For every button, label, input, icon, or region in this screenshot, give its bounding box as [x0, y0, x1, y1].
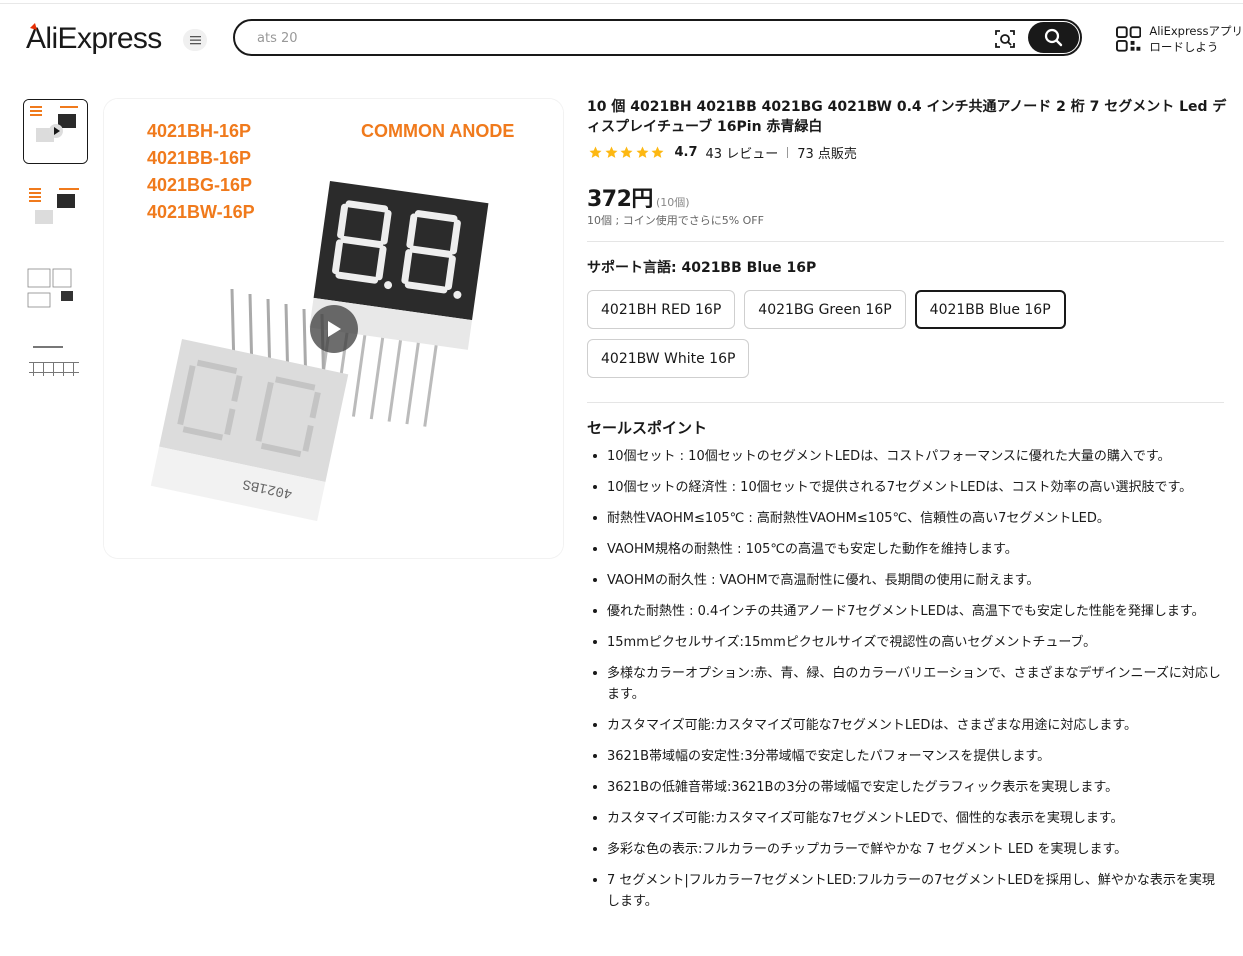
list-item: 多彩な色の表示:フルカラーのチップカラーで鮮やかな 7 セグメント LED を実…: [592, 839, 1222, 860]
search-button[interactable]: [1028, 22, 1079, 53]
star-icon: [604, 145, 618, 158]
thumbnail-3[interactable]: [23, 261, 88, 326]
sku-options: 4021BH RED 16P 4021BG Green 16P 4021BB B…: [587, 290, 1227, 388]
app-promo-text: AliExpressアプリ ロードしよう: [1149, 24, 1243, 54]
price-unit: (10個): [655, 196, 690, 209]
search-input[interactable]: [257, 28, 957, 48]
thumbnail-1[interactable]: [23, 99, 88, 164]
play-icon: [328, 321, 341, 337]
list-item: VAOHMの耐久性 : VAOHMで高温耐性に優れ、長期間の使用に耐えます。: [592, 570, 1222, 591]
sku-label: サポート言語: 4021BB Blue 16P: [587, 260, 817, 276]
highlights-list: 10個セット : 10個セットのセグメントLEDは、コストパフォーマンスに優れた…: [592, 446, 1222, 922]
list-item: 3621B帯域幅の安定性:3分帯域幅で安定したパフォーマンスを提供します。: [592, 746, 1222, 767]
list-item: カスタマイズ可能:カスタマイズ可能な7セグメントLEDは、さまざまな用途に対応し…: [592, 715, 1222, 736]
sku-option-4021bb-blue[interactable]: 4021BB Blue 16P: [914, 290, 1066, 329]
star-icon: [620, 145, 633, 158]
search-bar: [233, 19, 1082, 56]
price-note: 10個 ; コイン使用でさらに5% OFF: [587, 214, 764, 227]
thumbnail-diagram: [23, 261, 88, 326]
list-item: 15mmピクセルサイズ:15mmピクセルサイズで視認性の高いセグメントチューブ。: [592, 632, 1222, 653]
sold-count: 73 点販売: [797, 146, 857, 162]
star-icon: [589, 145, 602, 158]
list-item: 多様なカラーオプション:赤、青、緑、白のカラーバリエーションで、さまざまなデザイ…: [592, 663, 1222, 705]
aliexpress-logo[interactable]: AliExpress: [26, 20, 176, 56]
thumbnail-video-preview: [24, 100, 87, 163]
svg-text:4021BB-16P: 4021BB-16P: [147, 148, 251, 168]
star-icon: [635, 145, 649, 158]
search-icon: [1044, 28, 1063, 47]
rating-row[interactable]: 4.7 43 レビュー 73 点販売: [589, 143, 857, 162]
product-title: 10 個 4021BH 4021BB 4021BG 4021BW 0.4 インチ…: [587, 99, 1227, 135]
highlights-title: セールスポイント: [587, 419, 708, 437]
list-item: VAOHM規格の耐熱性 : 105℃の高温でも安定した動作を維持します。: [592, 539, 1222, 560]
list-item: 優れた耐熱性 : 0.4インチの共通アノード7セグメントLEDは、高温下でも安定…: [592, 601, 1222, 622]
divider: [587, 241, 1224, 242]
rating-stars: [589, 145, 667, 159]
rating-value: 4.7: [674, 144, 698, 160]
list-item: 10個セットの経済性 : 10個セットで提供される7セグメントLEDは、コスト効…: [592, 477, 1222, 498]
app-download-promo[interactable]: AliExpressアプリ ロードしよう: [1116, 21, 1243, 57]
price: 372円: [587, 187, 653, 212]
list-item: 3621Bの低雑音帯域:3621Bの3分の帯域幅で安定したグラフィック表示を実現…: [592, 777, 1222, 798]
svg-text:4021BH-16P: 4021BH-16P: [147, 121, 251, 141]
list-item: 10個セット : 10個セットのセグメントLEDは、コストパフォーマンスに優れた…: [592, 446, 1222, 467]
price-row: 372円 (10個): [587, 181, 690, 213]
list-item: 7 セグメント|フルカラー7セグメントLED:フルカラーの7セグメントLEDを採…: [592, 870, 1222, 912]
svg-text:AliExpress: AliExpress: [26, 22, 162, 55]
sku-option-4021bg-green[interactable]: 4021BG Green 16P: [744, 290, 906, 329]
thumbnail-4[interactable]: [23, 342, 88, 407]
thumbnail-2[interactable]: [23, 180, 88, 245]
svg-text:COMMON ANODE: COMMON ANODE: [361, 121, 514, 141]
star-icon: [651, 145, 664, 158]
rating-separator: [787, 146, 789, 158]
sku-option-4021bw-white[interactable]: 4021BW White 16P: [587, 339, 750, 378]
sku-option-4021bh-red[interactable]: 4021BH RED 16P: [587, 290, 736, 329]
svg-text:4021BG-16P: 4021BG-16P: [147, 175, 252, 195]
header-top-border: [0, 3, 1243, 4]
thumbnail-strip: [23, 99, 89, 423]
play-video-button[interactable]: [310, 305, 358, 353]
review-count-link[interactable]: 43 レビュー: [706, 143, 779, 162]
list-item: 耐熱性VAOHM≤105℃ : 高耐熱性VAOHM≤105℃、信頼性の高い7セグ…: [592, 508, 1222, 529]
list-item: カスタマイズ可能:カスタマイズ可能な7セグメントLEDで、個性的な表示を実現しま…: [592, 808, 1222, 829]
main-product-image[interactable]: 4021BH-16P 4021BB-16P 4021BG-16P 4021BW-…: [104, 99, 563, 558]
thumbnail-image: [23, 180, 88, 245]
qr-code-icon: [1116, 26, 1142, 52]
svg-text:4021BW-16P: 4021BW-16P: [147, 202, 255, 222]
logo-wordmark: AliExpress: [26, 22, 162, 55]
image-search-icon[interactable]: [994, 28, 1016, 50]
divider: [587, 402, 1224, 403]
category-menu-button[interactable]: [183, 29, 207, 51]
thumbnail-circuit: [23, 342, 88, 407]
hamburger-icon: [189, 36, 201, 45]
